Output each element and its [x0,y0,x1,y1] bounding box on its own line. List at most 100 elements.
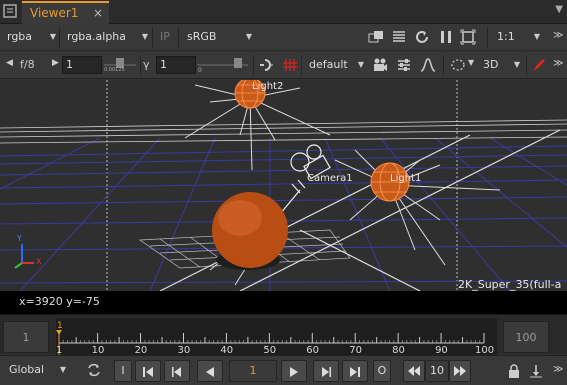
zebra-hatch-icon[interactable] [282,57,298,73]
curve-icon[interactable] [420,57,436,73]
view-mode-value: 3D [483,58,499,71]
divider [253,55,254,76]
viewer-process-value: default [309,58,348,71]
refresh-icon[interactable] [414,29,430,45]
playback-controls: Global ▼ I 1 O 10 ≫ [0,355,567,385]
divider [301,55,302,76]
divider [443,55,444,76]
skip-forward-button[interactable] [449,360,471,382]
cursor-coords: x=3920 y=-75 [19,295,100,308]
chevron-down-icon: ▼ [533,32,540,41]
scope-dropdown[interactable]: Global ▼ [4,361,68,380]
viewer-toolbar-top: rgba ▼ rgba.alpha ▼ IP sRGB ▼ 1:1 ▼ ≫ [0,24,567,51]
gamma-slider[interactable]: 0 [198,56,248,75]
expand-icon[interactable]: ≫ [553,364,563,375]
camera-label: Camera1 [307,173,353,184]
divider [59,27,60,48]
chevron-down-icon[interactable]: ▼ [468,58,474,67]
3d-scene [0,80,567,291]
view-mode-dropdown[interactable]: 3D ▼ [478,56,522,75]
ip-button[interactable]: IP [160,30,170,43]
expand-icon[interactable]: ≫ [553,30,563,41]
playback-mode-icon[interactable] [86,362,102,378]
gamma-label: γ [143,58,150,71]
divider [487,27,488,48]
light1-label: Light1 [390,173,422,184]
fstop-toggle-icon[interactable]: ◀ [6,58,13,68]
expand-icon[interactable]: ≫ [553,58,563,69]
previous-keyframe-button[interactable] [164,360,190,382]
compare-wipe-icon[interactable] [368,29,384,45]
paint-pen-icon[interactable] [531,57,547,73]
gamma-slider-handle [234,58,242,68]
skip-back-button[interactable] [403,360,425,382]
gamma-input[interactable]: 1 [156,56,196,74]
divider [152,27,153,48]
chevron-down-icon: ▼ [59,365,66,374]
axis-y-label: Y [17,234,22,243]
fstop-increment-icon[interactable]: ▶ [52,58,59,68]
gamma-slider-min: 0 [198,67,202,74]
lock-icon[interactable] [506,363,522,379]
tab-viewer1[interactable]: Viewer1 × [22,1,109,24]
divider [140,55,141,76]
channels-dropdown[interactable]: rgba ▼ [2,28,58,47]
alpha-channel-value: rgba.alpha [67,30,127,43]
out-point-button[interactable]: O [373,360,391,382]
horizon-grid [0,119,567,144]
divider [178,27,179,48]
timeline: 1 1 1 10 20 30 40 50 60 70 80 90 100 100 [0,314,567,356]
info-bar: x=3920 y=-75 [0,291,567,314]
chevron-down-icon: ▼ [141,32,148,41]
gain-slider[interactable]: 0.00125 [104,56,136,75]
lut-value: sRGB [187,30,217,43]
gain-input[interactable]: 1 [62,56,102,74]
last-frame-button[interactable] [342,360,368,382]
pause-icon[interactable] [438,29,454,45]
3d-viewport[interactable]: Light2 Camera1 Light1 2K_Super_35(full-a… [0,80,567,291]
channels-value: rgba [7,30,33,43]
light2-label: Light2 [252,81,284,92]
lut-dropdown[interactable]: sRGB ▼ [182,28,254,47]
selection-mode-icon[interactable] [450,57,466,73]
current-frame-field[interactable]: 1 [229,360,277,382]
play-forward-button[interactable] [281,360,307,382]
chevron-down-icon: ▼ [49,32,56,41]
chevron-down-icon: ▼ [245,32,252,41]
fstop-label: f/8 [20,58,35,71]
roi-icon[interactable] [460,29,476,45]
chevron-down-icon: ▼ [357,60,364,69]
divider [526,55,527,76]
list-icon[interactable] [391,29,407,45]
in-point-button[interactable]: I [114,360,132,382]
gain-slider-min: 0.00125 [104,67,125,73]
step-frame-icon[interactable] [528,363,544,379]
pane-menu-icon[interactable] [2,3,18,19]
in-frame-field[interactable]: 1 [3,321,49,353]
zoom-value: 1:1 [497,30,515,43]
first-frame-button[interactable] [135,360,161,382]
axis-gizmo [14,244,34,269]
timeline-ruler [56,330,485,355]
camera-icon[interactable] [372,57,388,73]
skip-increment-field[interactable]: 10 [425,360,449,382]
next-keyframe-button[interactable] [313,360,339,382]
timeline-track[interactable]: 1 1 10 20 30 40 50 60 70 80 90 100 [56,318,497,356]
lens-icon[interactable] [258,57,274,73]
out-frame-field[interactable]: 100 [503,321,549,353]
viewer-process-dropdown[interactable]: default ▼ [304,56,366,75]
axis-x-label: X [36,257,42,266]
sphere-highlight [218,200,262,236]
scope-value: Global [9,363,45,376]
chevron-down-icon[interactable]: ▼ [555,4,563,15]
alpha-channel-dropdown[interactable]: rgba.alpha ▼ [62,28,150,47]
tab-close-icon[interactable]: × [93,6,103,20]
viewer-toolbar-second: ◀ f/8 ▶ 1 0.00125 γ 1 0 default ▼ ▼ 3D ▼ [0,52,567,79]
chevron-down-icon: ▼ [513,60,520,69]
play-backward-button[interactable] [197,360,223,382]
zoom-dropdown[interactable]: 1:1 ▼ [492,28,542,47]
adjust-sliders-icon[interactable] [396,57,412,73]
tab-viewer1-label: Viewer1 [30,6,79,20]
playhead-frame: 1 [57,321,63,331]
viewer-tab-bar: Viewer1 × ▼ [0,0,567,24]
